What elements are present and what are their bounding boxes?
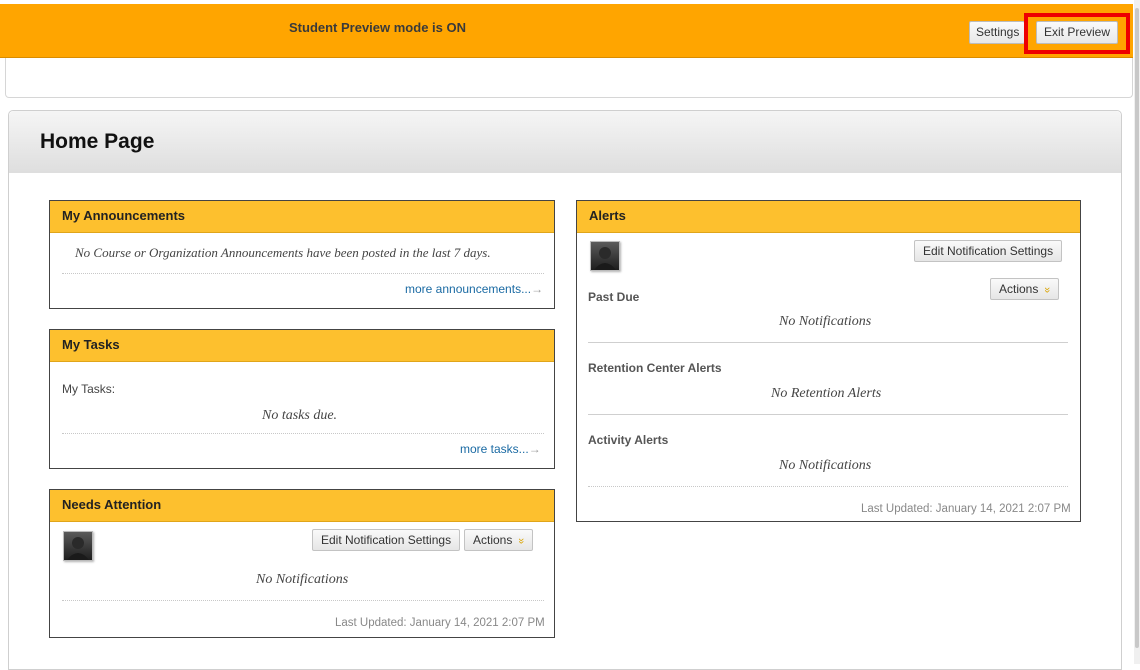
preview-settings-button[interactable]: Settings — [969, 21, 1025, 44]
divider — [588, 342, 1068, 343]
actions-menu-button[interactable]: Actions» — [464, 529, 534, 551]
edit-notification-settings-button[interactable]: Edit Notification Settings — [312, 529, 461, 551]
divider — [588, 486, 1068, 487]
divider — [62, 433, 544, 434]
avatar-icon — [63, 531, 93, 561]
activity-alerts-heading: Activity Alerts — [588, 433, 669, 447]
divider — [62, 600, 544, 601]
page-header — [9, 111, 1121, 173]
module-title: Alerts — [577, 201, 1080, 233]
past-due-empty-text: No Notifications — [779, 314, 872, 329]
more-tasks-label: more tasks... — [460, 442, 529, 456]
student-preview-bar — [0, 4, 1133, 58]
retention-alerts-empty-text: No Retention Alerts — [771, 386, 882, 401]
more-announcements-label: more announcements... — [405, 282, 532, 296]
more-announcements-link[interactable]: more announcements...→ — [405, 282, 543, 296]
my-tasks-label: My Tasks: — [62, 382, 116, 396]
arrow-right-icon: → — [528, 442, 541, 456]
avatar-icon — [590, 241, 620, 271]
navigation-strip — [5, 58, 1133, 98]
actions-menu-button[interactable]: Actions» — [990, 278, 1060, 300]
past-due-heading: Past Due — [588, 290, 640, 304]
announcements-empty-text: No Course or Organization Announcements … — [75, 245, 491, 260]
double-chevron-down-icon: » — [515, 537, 528, 545]
module-title: My Announcements — [50, 201, 554, 233]
tasks-empty-text: No tasks due. — [262, 408, 338, 423]
actions-label: Actions — [473, 533, 513, 547]
needs-attention-empty-text: No Notifications — [256, 572, 349, 587]
module-title: My Tasks — [50, 330, 554, 362]
scrollbar-thumb[interactable] — [1135, 8, 1139, 648]
divider — [588, 414, 1068, 415]
module-title: Needs Attention — [50, 490, 554, 522]
needs-attention-module: Needs Attention — [49, 489, 555, 638]
arrow-right-icon: → — [531, 282, 544, 296]
retention-center-alerts-heading: Retention Center Alerts — [588, 361, 722, 375]
alerts-last-updated: Last Updated: January 14, 2021 2:07 PM — [861, 503, 1071, 515]
exit-preview-button[interactable]: Exit Preview — [1036, 21, 1118, 44]
needs-attention-last-updated: Last Updated: January 14, 2021 2:07 PM — [335, 617, 545, 629]
actions-label: Actions — [999, 282, 1039, 296]
double-chevron-down-icon: » — [1041, 286, 1054, 294]
divider — [62, 273, 544, 274]
more-tasks-link[interactable]: more tasks...→ — [460, 442, 541, 456]
preview-mode-message: Student Preview mode is ON — [289, 20, 466, 35]
edit-notification-settings-button[interactable]: Edit Notification Settings — [914, 240, 1063, 262]
activity-alerts-empty-text: No Notifications — [779, 458, 872, 473]
page-title: Home Page — [40, 130, 155, 153]
